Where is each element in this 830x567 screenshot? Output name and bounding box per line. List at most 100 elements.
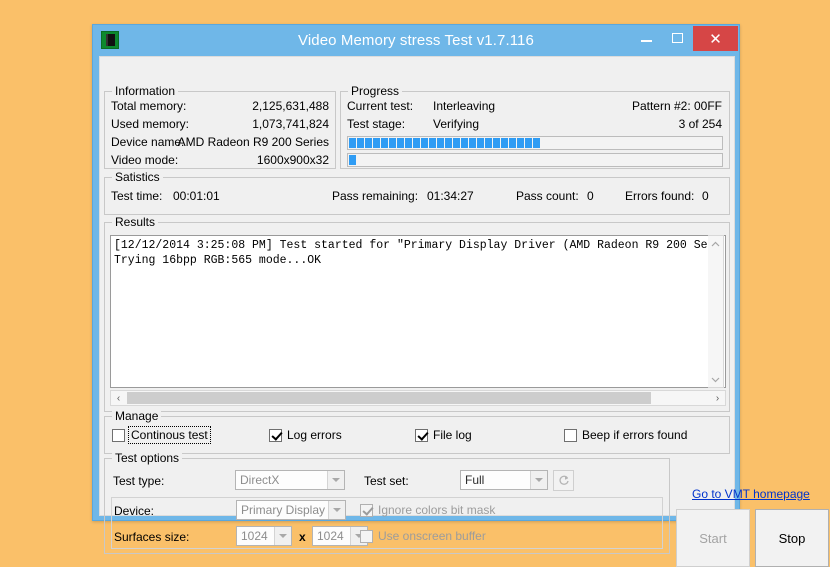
progress-bar-primary <box>347 136 723 150</box>
maximize-button[interactable] <box>662 26 693 50</box>
checkbox-log-errors[interactable]: Log errors <box>269 428 342 442</box>
chevron-right-icon[interactable]: › <box>710 391 725 405</box>
pass-count-label: Pass count: <box>516 189 579 203</box>
progress-chunk <box>477 138 484 148</box>
checkbox-box <box>112 429 125 442</box>
chevron-left-icon[interactable]: ‹ <box>111 391 126 405</box>
device-combobox[interactable]: Primary Display Driver <box>236 500 346 520</box>
minimize-button[interactable] <box>631 26 662 50</box>
device-settings-subframe: Device: Primary Display Driver Ignore co… <box>111 497 663 549</box>
test-set-combobox[interactable]: Full <box>460 470 548 490</box>
information-group: Information Total memory: 2,125,631,488 … <box>104 91 336 169</box>
checkbox-label: Log errors <box>287 428 342 442</box>
errors-found-value: 0 <box>702 189 709 203</box>
checkbox-use-onscreen-buffer[interactable]: Use onscreen buffer <box>360 529 486 543</box>
progress-legend: Progress <box>348 84 402 98</box>
test-options-legend: Test options <box>112 451 182 465</box>
progress-chunk <box>365 138 372 148</box>
test-set-label: Test set: <box>364 474 409 488</box>
progress-chunk <box>389 138 396 148</box>
results-group: Results [12/12/2014 3:25:08 PM] Test sta… <box>104 222 730 412</box>
refresh-icon <box>558 475 570 487</box>
checkbox-continous-test[interactable]: Continous test <box>112 428 209 442</box>
current-test-value: Interleaving <box>433 99 495 113</box>
chevron-down-icon[interactable] <box>530 471 547 489</box>
close-icon: ✕ <box>709 30 722 48</box>
information-legend: Information <box>112 84 178 98</box>
client-area: Information Total memory: 2,125,631,488 … <box>99 56 735 516</box>
results-log[interactable]: [12/12/2014 3:25:08 PM] Test started for… <box>110 235 726 388</box>
progress-chunk <box>373 138 380 148</box>
video-mode-value: 1600x900x32 <box>257 153 329 167</box>
statistics-legend: Satistics <box>112 170 163 184</box>
start-button[interactable]: Start <box>676 509 750 567</box>
progress-chunk <box>453 138 460 148</box>
start-button-label: Start <box>699 531 726 546</box>
pattern-value: Pattern #2: 00FF <box>632 99 722 113</box>
progress-chunk <box>349 138 356 148</box>
results-horizontal-scrollbar[interactable]: ‹ › <box>110 390 726 406</box>
progress-chunk <box>429 138 436 148</box>
progress-chunk <box>445 138 452 148</box>
close-button[interactable]: ✕ <box>693 26 738 51</box>
progress-chunk <box>461 138 468 148</box>
used-memory-label: Used memory: <box>111 117 189 131</box>
scrollbar-thumb[interactable] <box>127 392 651 404</box>
device-value: Primary Display Driver <box>237 503 328 517</box>
pass-remaining-label: Pass remaining: <box>332 189 418 203</box>
progress-chunk <box>381 138 388 148</box>
checkbox-label: Ignore colors bit mask <box>378 503 495 517</box>
chevron-down-icon[interactable] <box>327 471 344 489</box>
checkbox-box <box>360 504 373 517</box>
results-vertical-scrollbar[interactable] <box>708 235 724 388</box>
progress-chunk <box>469 138 476 148</box>
progress-chunk <box>349 155 356 165</box>
progress-group: Progress Current test: Interleaving Patt… <box>340 91 730 169</box>
title-bar[interactable]: Video Memory stress Test v1.7.116 ✕ <box>93 25 739 56</box>
checkbox-beep-if-errors-found[interactable]: Beep if errors found <box>564 428 687 442</box>
progress-chunk <box>421 138 428 148</box>
pass-count-value: 0 <box>587 189 594 203</box>
manage-group: Manage Continous test Log errors File lo… <box>104 416 730 454</box>
results-legend: Results <box>112 215 158 229</box>
vmt-homepage-link[interactable]: Go to VMT homepage <box>692 487 810 501</box>
device-name-label: Device name: <box>111 135 184 149</box>
surface-width-value: 1024 <box>237 529 274 543</box>
test-type-value: DirectX <box>236 473 327 487</box>
refresh-button[interactable] <box>553 470 574 491</box>
progress-chunk <box>533 138 540 148</box>
progress-bar-secondary <box>347 153 723 167</box>
surface-height-value: 1024 <box>313 529 350 543</box>
pass-remaining-value: 01:34:27 <box>427 189 474 203</box>
checkbox-label: File log <box>433 428 472 442</box>
checkbox-box <box>269 429 282 442</box>
chevron-down-icon[interactable] <box>328 501 345 519</box>
progress-chunk <box>413 138 420 148</box>
checkbox-file-log[interactable]: File log <box>415 428 472 442</box>
checkbox-ignore-colors-bit-mask[interactable]: Ignore colors bit mask <box>360 503 495 517</box>
stop-button[interactable]: Stop <box>755 509 829 567</box>
total-memory-label: Total memory: <box>111 99 186 113</box>
test-type-combobox[interactable]: DirectX <box>235 470 345 490</box>
progress-chunk <box>437 138 444 148</box>
chevron-up-icon[interactable] <box>708 236 723 251</box>
results-log-text: [12/12/2014 3:25:08 PM] Test started for… <box>114 238 714 268</box>
test-time-label: Test time: <box>111 189 162 203</box>
checkbox-label: Beep if errors found <box>582 428 687 442</box>
test-options-group: Test options Test type: DirectX Test set… <box>104 458 670 554</box>
progress-chunk <box>517 138 524 148</box>
surface-separator: x <box>299 530 306 544</box>
progress-chunk <box>485 138 492 148</box>
statistics-group: Satistics Test time: 00:01:01 Pass remai… <box>104 177 730 215</box>
video-mode-label: Video mode: <box>111 153 178 167</box>
chevron-down-icon[interactable] <box>274 527 291 545</box>
test-type-label: Test type: <box>113 474 164 488</box>
surface-width-combobox[interactable]: 1024 <box>236 526 292 546</box>
total-memory-value: 2,125,631,488 <box>252 99 329 113</box>
current-test-label: Current test: <box>347 99 413 113</box>
errors-found-label: Errors found: <box>625 189 694 203</box>
test-stage-value: Verifying <box>433 117 479 131</box>
chevron-down-icon[interactable] <box>708 372 723 387</box>
stop-button-label: Stop <box>779 531 806 546</box>
progress-chunk <box>501 138 508 148</box>
